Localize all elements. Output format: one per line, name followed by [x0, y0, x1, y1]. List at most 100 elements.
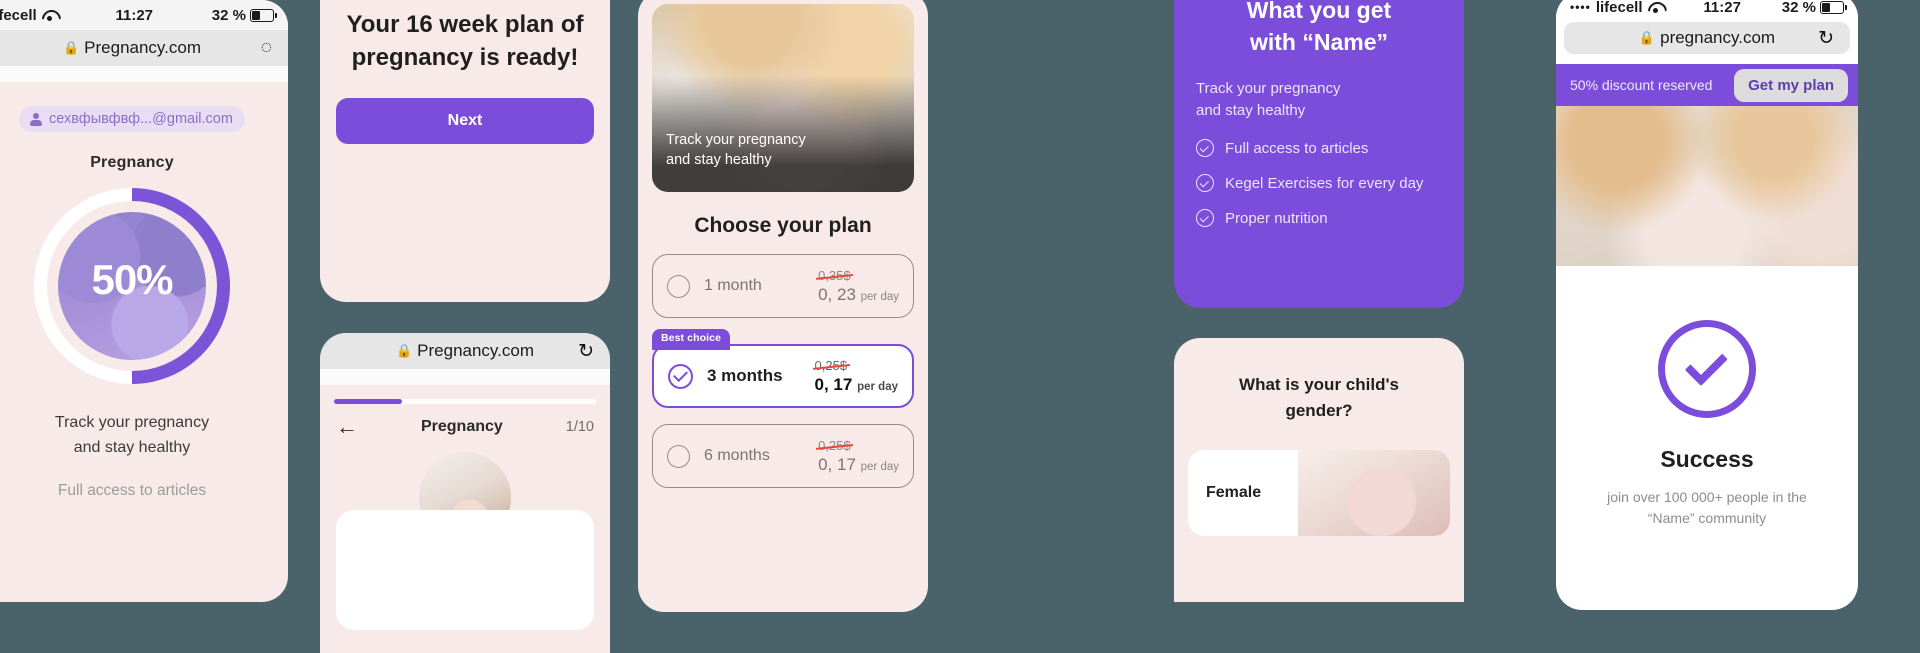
what-you-get-sub-l1: Track your pregnancy: [1196, 80, 1341, 97]
plan-price: 0,25$ 0, 17 per day: [818, 437, 899, 475]
plan-option-3-months[interactable]: Best choice 3 months 0,25$ 0, 17 per day: [652, 329, 914, 408]
lock-icon: 🔒: [1638, 30, 1656, 45]
url-label: Pregnancy.com: [84, 38, 202, 57]
reload-icon[interactable]: ↻: [578, 340, 594, 363]
nav-title: Pregnancy: [420, 418, 503, 435]
battery-percent-label: 32 %: [211, 6, 246, 24]
panel-gutter: [1468, 0, 1474, 602]
success-title: Success: [1660, 446, 1754, 472]
gender-question-l1: What is your child's: [1239, 375, 1399, 394]
plan-price-period: per day: [860, 291, 899, 303]
what-you-get-title-l1: What you get: [1246, 0, 1392, 23]
gender-option-image: [1298, 450, 1450, 536]
battery-icon: [249, 8, 277, 22]
reload-icon[interactable]: ↻: [1818, 27, 1834, 50]
step-counter: 1/10: [565, 419, 594, 435]
hero-caption: Track your pregnancy and stay healthy: [666, 130, 806, 170]
benefit-item: Full access to articles: [1196, 139, 1442, 157]
panel-gutter: [300, 0, 306, 602]
nav-row: ← Pregnancy 1/10: [320, 404, 610, 438]
best-choice-badge: Best choice: [652, 329, 731, 350]
screenshot-board: lifecell 11:27 32 % 🔒 Pregnancy.com ◌ се…: [0, 0, 1920, 653]
step-progress-fill: [334, 399, 403, 404]
plan-new-price: 0, 17 per day: [815, 375, 898, 394]
more-options-icon[interactable]: ◌: [261, 37, 272, 59]
gender-question-title: What is your child's gender?: [1174, 338, 1464, 424]
status-bar: lifecell 11:27 32 %: [0, 0, 288, 30]
phone-screen-what-you-get: What you get with “Name” Track your preg…: [1174, 0, 1464, 308]
headline-line-1: Your 16 week plan of: [346, 11, 584, 38]
success-hero-image: [1556, 106, 1858, 266]
what-you-get-title: What you get with “Name”: [1196, 0, 1442, 58]
browser-toolbar-gap-2: [320, 369, 610, 385]
status-right: 32 %: [211, 6, 277, 24]
arrow-left-icon[interactable]: ←: [336, 416, 358, 438]
signal-dots-icon: ••••: [1570, 0, 1591, 14]
feature-label: Full access to articles: [57, 482, 207, 499]
tagline: Track your pregnancy and stay healthy: [0, 410, 288, 460]
wifi-icon: [42, 9, 57, 21]
phone-screen-progress: lifecell 11:27 32 % 🔒 Pregnancy.com ◌ се…: [0, 0, 288, 602]
browser-url-bar-3[interactable]: 🔒 pregnancy.com ↻: [1564, 22, 1850, 54]
page-title: Pregnancy: [90, 154, 174, 171]
next-button[interactable]: Next: [336, 98, 594, 144]
gender-option-label: Female: [1206, 484, 1262, 501]
battery-percent-label-2: 32 %: [1781, 0, 1816, 16]
choose-plan-heading: Choose your plan: [694, 214, 872, 237]
browser-gap-3: [1556, 54, 1858, 64]
radio-icon[interactable]: [667, 444, 690, 468]
status-left: lifecell: [0, 7, 57, 24]
browser-url-bar-2[interactable]: 🔒 Pregnancy.com ↻: [320, 333, 610, 369]
benefits-list: Full access to articles Kegel Exercises …: [1196, 139, 1442, 227]
status-right-2: 32 %: [1781, 0, 1847, 16]
wifi-icon: [1648, 1, 1663, 13]
radio-checked-icon[interactable]: [668, 363, 693, 389]
progress-percent-label: 50%: [91, 256, 173, 304]
plan-new-price: 0, 23 per day: [818, 285, 899, 304]
progress-ring: 50%: [34, 188, 230, 384]
benefit-label: Kegel Exercises for every day: [1225, 174, 1424, 192]
phone-screen-plan-ready: 1st week of pregnancy Day of birth This …: [320, 0, 610, 302]
check-circle-icon: [1196, 139, 1214, 157]
discount-banner: 50% discount reserved Get my plan: [1556, 64, 1858, 106]
benefit-item: Kegel Exercises for every day: [1196, 174, 1442, 192]
ring-photo: 50%: [58, 212, 206, 360]
plan-price-period: per day: [857, 381, 898, 393]
plan-option-6-months[interactable]: 6 months 0,25$ 0, 17 per day: [652, 424, 914, 488]
what-you-get-content: What you get with “Name” Track your preg…: [1174, 0, 1464, 227]
plan-name: 1 month: [704, 277, 762, 294]
email-chip[interactable]: сехвфывфвф...@gmail.com: [19, 106, 245, 132]
clock-label: 11:27: [115, 6, 154, 24]
check-circle-icon: [1196, 174, 1214, 192]
benefit-label: Proper nutrition: [1225, 209, 1328, 227]
plan-old-price: 0,25$: [818, 438, 851, 453]
panel-gutter: [932, 0, 938, 602]
plan-new-price-value: 0, 17: [818, 455, 856, 474]
benefit-item: Proper nutrition: [1196, 209, 1442, 227]
check-circle-icon: [1658, 320, 1756, 418]
plan-new-price-value: 0, 23: [818, 285, 856, 304]
panel-gutter: [616, 0, 622, 602]
tagline-line-1: Track your pregnancy: [54, 414, 210, 431]
what-you-get-title-l2: with “Name”: [1249, 29, 1389, 55]
plan-new-price: 0, 17 per day: [818, 455, 899, 474]
phone-screen-questionnaire: 🔒 Pregnancy.com ↻ ← Pregnancy 1/10: [320, 333, 610, 653]
plan-name: 6 months: [704, 447, 770, 464]
plan-price-period: per day: [860, 461, 899, 473]
status-left-2: •••• lifecell: [1570, 0, 1663, 16]
success-sub-l2: “Name” community: [1647, 510, 1767, 526]
battery-icon: [1819, 0, 1847, 14]
step-progress-bar: [334, 399, 596, 404]
get-my-plan-button[interactable]: Get my plan: [1734, 68, 1848, 102]
person-icon: [29, 112, 42, 126]
plan-option-1-month[interactable]: 1 month 0,35$ 0, 23 per day: [652, 254, 914, 318]
success-sub-l1: join over 100 000+ people in the: [1607, 489, 1807, 505]
gender-option-female[interactable]: Female: [1188, 450, 1450, 536]
radio-icon[interactable]: [667, 274, 690, 298]
question-card[interactable]: [336, 510, 594, 630]
browser-url-bar[interactable]: 🔒 Pregnancy.com ◌: [0, 30, 288, 66]
url-label-2: Pregnancy.com: [417, 341, 535, 360]
lock-icon: 🔒: [62, 40, 80, 55]
discount-banner-text: 50% discount reserved: [1570, 77, 1713, 93]
url-label-3: pregnancy.com: [1660, 28, 1776, 47]
